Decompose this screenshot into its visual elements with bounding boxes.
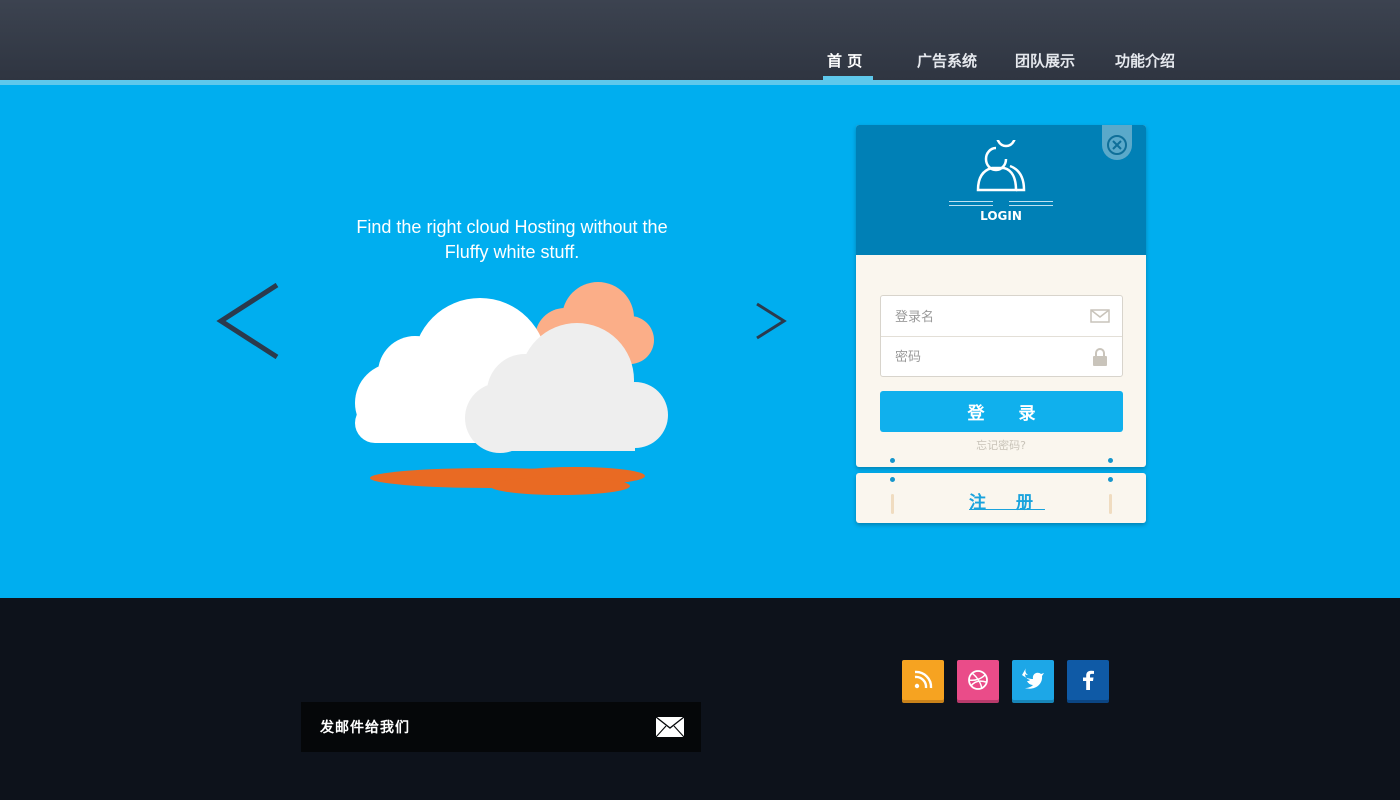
decor-dot (890, 458, 895, 463)
twitter-icon (1022, 668, 1044, 689)
password-input[interactable] (893, 346, 1087, 368)
login-title-rule-left (949, 201, 993, 206)
decor-dot (890, 477, 895, 482)
nav-item-team[interactable]: 团队展示 (1015, 50, 1075, 72)
chevron-left-icon (216, 282, 279, 360)
facebook-icon (1083, 670, 1094, 690)
login-title: LOGIN (980, 209, 1022, 223)
username-field-row (881, 296, 1122, 336)
username-input[interactable] (893, 306, 1087, 328)
footer (0, 598, 1400, 800)
login-header: LOGIN (856, 125, 1146, 255)
rss-button[interactable] (902, 660, 944, 700)
hero-tagline-line1: Find the right cloud Hosting without the (356, 217, 668, 237)
email-us-button[interactable]: 发邮件给我们 (301, 702, 701, 752)
main-nav: 首 页 广告系统 团队展示 功能介绍 (0, 0, 1400, 80)
forgot-password-link[interactable]: 忘记密码? (856, 437, 1146, 453)
hero-tagline-line2: Fluffy white stuff. (444, 242, 580, 262)
nav-item-features[interactable]: 功能介绍 (1115, 50, 1175, 72)
email-us-label: 发邮件给我们 (320, 720, 410, 736)
dribbble-icon (968, 670, 988, 690)
users-icon (976, 140, 1026, 192)
carousel-prev-button[interactable] (215, 282, 279, 363)
lock-icon (1093, 348, 1107, 366)
rss-icon (914, 670, 933, 689)
password-field-row (881, 336, 1122, 376)
twitter-button[interactable] (1012, 660, 1054, 700)
close-button[interactable] (1102, 125, 1132, 160)
login-button[interactable]: 登 录 (880, 391, 1123, 432)
close-icon (1107, 135, 1127, 155)
hero-banner (0, 85, 1400, 598)
hero-tagline: Find the right cloud Hosting without the… (330, 215, 694, 265)
decor-dot (1108, 477, 1113, 482)
envelope-icon (655, 716, 685, 738)
carousel-next-button[interactable] (754, 302, 788, 344)
decor-stitch (1109, 494, 1112, 514)
nav-item-ad-system[interactable]: 广告系统 (917, 50, 977, 72)
login-card: LOGIN 登 录 忘记密码? (856, 125, 1146, 467)
decor-dot (1108, 458, 1113, 463)
login-title-rule-right (1009, 201, 1053, 206)
mail-icon (1090, 309, 1110, 323)
dribbble-button[interactable] (957, 660, 999, 700)
decor-stitch (891, 494, 894, 514)
chevron-right-icon (756, 302, 787, 340)
cloud-illustration (345, 280, 675, 504)
nav-item-home[interactable]: 首 页 (827, 50, 862, 72)
login-fields (880, 295, 1123, 377)
facebook-button[interactable] (1067, 660, 1109, 700)
register-link[interactable]: 注 册 (856, 488, 1146, 513)
register-card: 注 册 (856, 473, 1146, 523)
top-header: 首 页 广告系统 团队展示 功能介绍 (0, 0, 1400, 80)
